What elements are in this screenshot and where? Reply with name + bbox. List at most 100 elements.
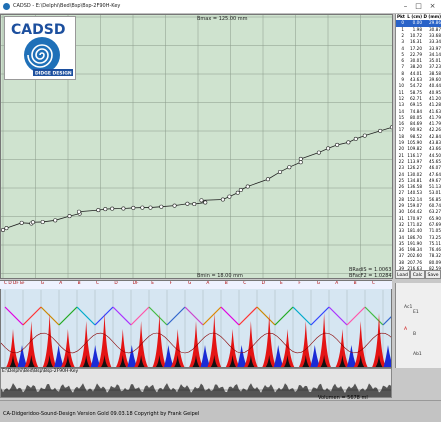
bore-point xyxy=(67,214,72,219)
note-label: A xyxy=(59,281,63,286)
bore-point xyxy=(298,160,303,165)
close-button[interactable]: × xyxy=(428,2,437,11)
impedance-line xyxy=(94,306,114,326)
impedance-line xyxy=(148,306,168,326)
sound-spectrum-plot[interactable] xyxy=(0,280,392,368)
impedance-line xyxy=(382,316,391,326)
bore-point xyxy=(390,125,392,130)
note-label: D xyxy=(114,281,118,286)
bore-point xyxy=(326,146,331,151)
minimize-button[interactable]: – xyxy=(401,2,410,11)
bore-point xyxy=(335,142,340,147)
calc-button[interactable]: Calc xyxy=(410,270,425,279)
bore-point xyxy=(103,207,108,212)
bore-point xyxy=(220,197,225,202)
cadsd-logo: CADSD DIDGE DESIGN xyxy=(4,16,76,80)
bore-point xyxy=(265,177,270,182)
bore-point xyxy=(316,150,321,155)
bore-point xyxy=(245,184,250,189)
side-label-blue: Ac1 xyxy=(404,305,413,310)
bore-point xyxy=(140,205,145,210)
impedance-line xyxy=(274,306,294,326)
app-icon xyxy=(3,3,10,10)
bore-curve xyxy=(2,126,392,231)
bfacf2-label: BFacF2 = 1.0284 xyxy=(349,273,392,279)
impedance-line xyxy=(346,306,366,326)
side-label-a: A xyxy=(404,327,408,332)
load-button[interactable]: Load xyxy=(395,270,410,279)
maximize-button[interactable]: □ xyxy=(414,2,423,11)
impedance-line xyxy=(310,306,330,326)
note-label: DF xyxy=(132,281,139,286)
bore-point xyxy=(148,205,153,210)
bore-point xyxy=(227,194,232,199)
bore-point xyxy=(353,136,358,141)
impedance-line xyxy=(220,306,240,326)
bore-data-table[interactable]: Pkt L (cm) D (mm) 0 0.00 29.86 1 1.98 30.87 2 10.7… xyxy=(395,14,441,279)
bore-point xyxy=(362,133,367,138)
bore-point xyxy=(199,198,204,203)
side-label-low: Ab1 xyxy=(413,352,422,357)
note-label: C xyxy=(243,281,247,286)
note-scale-bar: C D DF E F G A B C D DF E F G A B C D E F G A B C xyxy=(0,281,392,289)
save-button[interactable]: Save xyxy=(425,270,441,279)
spectrum-side-panel[interactable]: E1 Ab1 B A Ac1 xyxy=(395,283,441,368)
bore-point xyxy=(40,219,45,224)
impedance-line xyxy=(130,306,150,326)
note-label: F xyxy=(298,281,301,286)
note-label: C xyxy=(372,281,376,286)
bore-point xyxy=(4,226,9,231)
impedance-line xyxy=(166,306,186,326)
impedance-line xyxy=(112,306,132,326)
note-label: F xyxy=(169,281,173,286)
side-label-b: B xyxy=(413,332,417,337)
bore-point xyxy=(30,220,35,225)
bore-point xyxy=(131,205,136,210)
impedance-line xyxy=(184,306,204,326)
bore-point xyxy=(346,140,351,145)
note-label: G xyxy=(188,281,192,286)
impedance-line xyxy=(58,306,78,326)
note-label: E xyxy=(151,281,154,286)
spectrum-svg[interactable] xyxy=(1,281,392,368)
svg-text:DIDGE DESIGN: DIDGE DESIGN xyxy=(35,71,72,77)
note-label: F xyxy=(22,281,25,286)
note-label: C xyxy=(96,281,100,286)
note-label: B xyxy=(224,281,228,286)
svg-text:CADSD: CADSD xyxy=(11,22,65,38)
bore-point xyxy=(121,206,126,211)
note-label: D xyxy=(261,281,265,286)
bore-point xyxy=(185,201,190,206)
impedance-line xyxy=(292,306,312,326)
note-label: C D DF E xyxy=(4,281,23,286)
impedance-line xyxy=(76,306,96,326)
bore-point xyxy=(277,169,282,174)
bmax-label: Bmax = 125.00 mm xyxy=(197,16,248,22)
bore-point xyxy=(110,206,115,211)
bore-point xyxy=(192,202,197,207)
bore-point xyxy=(287,165,292,170)
impedance-line xyxy=(256,306,276,326)
bore-point xyxy=(203,200,208,205)
spiral-logo-icon: CADSD DIDGE DESIGN xyxy=(11,22,73,77)
note-label: E xyxy=(280,281,283,286)
bore-point xyxy=(238,188,243,193)
impedance-line xyxy=(4,306,24,326)
impedance-line xyxy=(364,306,384,326)
bmin-label: Bmin = 18.00 mm xyxy=(197,273,243,279)
note-label: G xyxy=(316,281,321,286)
bore-point xyxy=(378,128,383,133)
impedance-line xyxy=(328,306,348,326)
note-label: A xyxy=(335,281,339,286)
note-label: B xyxy=(77,281,81,286)
bore-point xyxy=(53,218,58,223)
bore-point xyxy=(96,208,101,213)
file-path-label: E:\Delphi\Bed\Bsp\Bsp-2F90H-Key xyxy=(2,369,79,374)
window-title: CADSD - E:\Delphi\Bed\Bsp\Bsp-2F90H-Key xyxy=(13,3,121,9)
blue-peak xyxy=(383,345,391,367)
bore-point xyxy=(76,209,81,214)
note-label: A xyxy=(206,281,210,286)
bore-point xyxy=(172,203,177,208)
title-bar: CADSD - E:\Delphi\Bed\Bsp\Bsp-2F90H-Key … xyxy=(0,0,441,14)
bore-point xyxy=(1,228,5,232)
